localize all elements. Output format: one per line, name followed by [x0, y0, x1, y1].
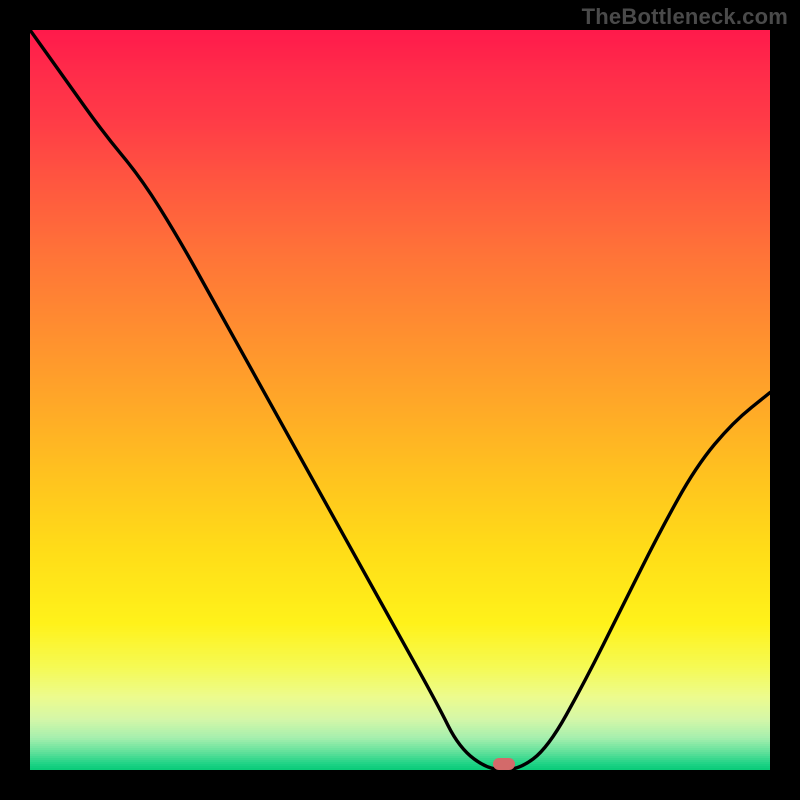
optimal-marker	[493, 758, 515, 770]
plot-area	[30, 30, 770, 770]
watermark-text: TheBottleneck.com	[582, 4, 788, 30]
page-root: TheBottleneck.com	[0, 0, 800, 800]
